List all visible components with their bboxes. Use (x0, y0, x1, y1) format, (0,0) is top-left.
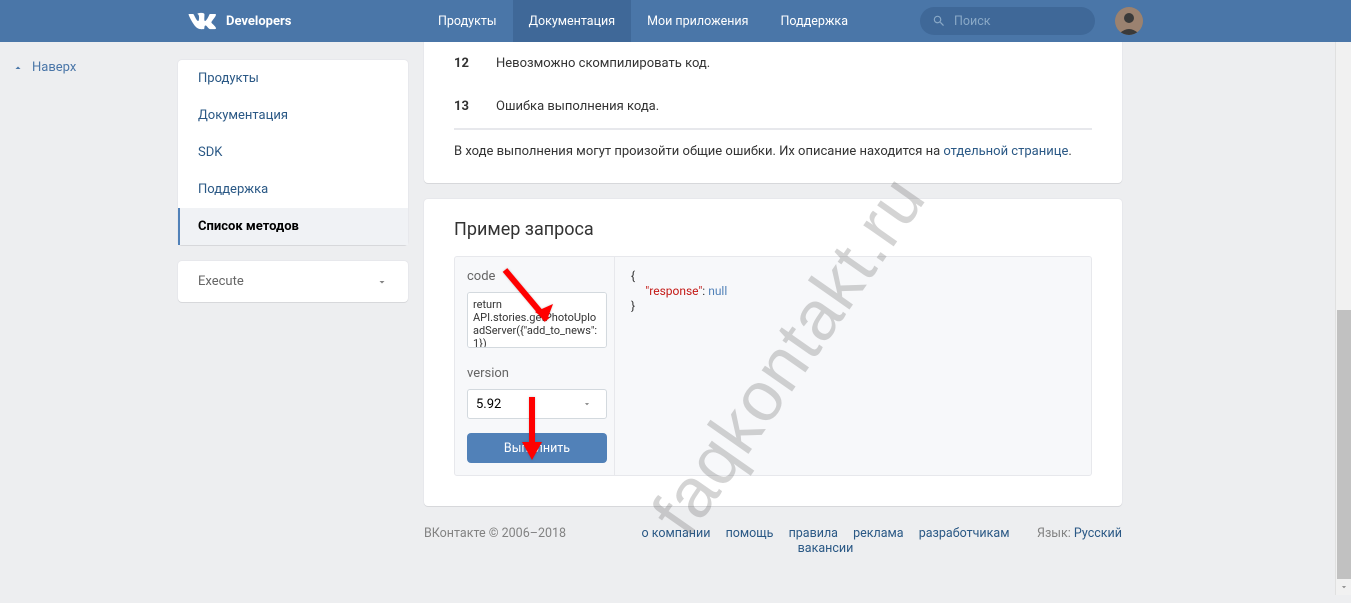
brace: { (631, 269, 635, 283)
annotation-arrow-icon (512, 392, 552, 476)
left-column: Наверх (0, 42, 178, 576)
footer-copyright: ВКонтакте © 2006–2018 (424, 526, 614, 541)
example-title: Пример запроса (454, 219, 1092, 240)
sidebar: Продукты Документация SDK Поддержка Спис… (178, 60, 408, 576)
errors-note-link[interactable]: отдельной странице (943, 144, 1068, 159)
footer-link-help[interactable]: помощь (726, 526, 774, 541)
error-code: 12 (454, 56, 496, 71)
footer: ВКонтакте © 2006–2018 о компании помощь … (424, 506, 1122, 576)
logo-area[interactable]: Developers (188, 7, 422, 35)
vk-logo-icon (188, 7, 216, 35)
avatar[interactable] (1115, 7, 1143, 35)
sidebar-item-docs[interactable]: Документация (178, 97, 408, 134)
sidebar-execute[interactable]: Execute (178, 261, 408, 302)
errors-note-pre: В ходе выполнения могут произойти общие … (454, 144, 943, 159)
avatar-image (1115, 7, 1143, 35)
nav-tabs: Продукты Документация Мои приложения Под… (422, 0, 864, 42)
footer-link-devs[interactable]: разработчикам (919, 526, 1010, 541)
chevron-up-icon (12, 62, 24, 74)
error-desc: Ошибка выполнения кода. (496, 99, 1092, 114)
brace: } (631, 299, 635, 313)
error-row: 12 Невозможно скомпилировать код. (454, 42, 1092, 85)
brand-label: Developers (226, 14, 291, 29)
scroll-top-label: Наверх (32, 60, 76, 75)
footer-link-about[interactable]: о компании (642, 526, 711, 541)
footer-lang-label: Язык: (1037, 526, 1074, 541)
sidebar-execute-label: Execute (198, 274, 244, 289)
footer-lang: Язык: Русский (1037, 526, 1122, 541)
footer-link-rules[interactable]: правила (789, 526, 838, 541)
sidebar-item-products[interactable]: Продукты (178, 60, 408, 97)
scroll-top-link[interactable]: Наверх (12, 60, 158, 75)
tab-support[interactable]: Поддержка (764, 0, 864, 42)
error-desc: Невозможно скомпилировать код. (496, 56, 1092, 71)
page-scrollbar[interactable] (1335, 0, 1351, 595)
topbar: Developers Продукты Документация Мои при… (0, 0, 1351, 42)
error-code: 13 (454, 99, 496, 114)
page-body: Наверх Продукты Документация SDK Поддерж… (0, 42, 1351, 576)
chevron-down-icon (376, 276, 388, 288)
footer-links: о компании помощь правила реклама разраб… (614, 526, 1037, 556)
scroll-down-button[interactable] (1336, 579, 1351, 595)
sidebar-item-sdk[interactable]: SDK (178, 134, 408, 171)
search-icon (932, 14, 946, 28)
tab-docs[interactable]: Документация (513, 0, 632, 42)
scroll-thumb[interactable] (1337, 310, 1351, 580)
error-row: 13 Ошибка выполнения кода. (454, 85, 1092, 129)
version-label: version (467, 366, 602, 381)
errors-block: 12 Невозможно скомпилировать код. 13 Оши… (424, 42, 1122, 183)
footer-lang-value[interactable]: Русский (1074, 526, 1122, 541)
tab-apps[interactable]: Мои приложения (631, 0, 764, 42)
search-box[interactable] (920, 7, 1095, 35)
response-value: null (708, 284, 727, 298)
sidebar-item-methods[interactable]: Список методов (178, 208, 408, 245)
search-input[interactable] (954, 14, 1074, 29)
annotation-arrow-icon (495, 262, 565, 346)
sidebar-execute-panel: Execute (178, 261, 408, 302)
response-output: { "response": null } (615, 257, 1091, 475)
errors-note: В ходе выполнения могут произойти общие … (454, 129, 1092, 159)
sidebar-nav-panel: Продукты Документация SDK Поддержка Спис… (178, 60, 408, 245)
response-key: "response" (645, 284, 702, 298)
footer-link-ads[interactable]: реклама (853, 526, 904, 541)
errors-note-post: . (1068, 144, 1071, 159)
tab-products[interactable]: Продукты (422, 0, 513, 42)
sidebar-item-support[interactable]: Поддержка (178, 171, 408, 208)
footer-link-jobs[interactable]: вакансии (798, 541, 854, 556)
